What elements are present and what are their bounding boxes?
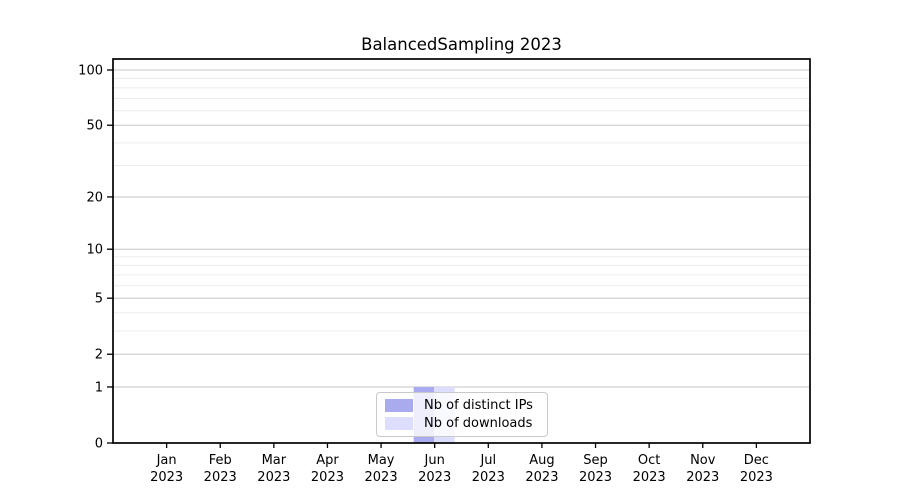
y-tick-label: 50 xyxy=(86,119,103,134)
x-tick-label: Aug 2023 xyxy=(525,453,558,485)
y-tick-label: 2 xyxy=(95,348,103,363)
x-tick-label: Nov 2023 xyxy=(686,453,719,485)
x-tick-label: Jun 2023 xyxy=(418,453,451,485)
legend-swatch-distinct-ips xyxy=(385,399,413,412)
x-tick-label: Oct 2023 xyxy=(633,453,666,485)
x-tick-label: Mar 2023 xyxy=(257,453,290,485)
legend: Nb of distinct IPs Nb of downloads xyxy=(376,392,548,437)
y-tick-label: 10 xyxy=(86,243,103,258)
legend-label-distinct-ips: Nb of distinct IPs xyxy=(424,398,533,413)
chart-figure: BalancedSampling 2023 Jan 2023 Feb 2023 Mar 2… xyxy=(0,0,900,500)
x-tick-label: Jan 2023 xyxy=(150,453,183,485)
y-tick-label: 5 xyxy=(95,292,103,307)
y-tick-label: 1 xyxy=(95,380,103,395)
x-tick-label: Jul 2023 xyxy=(472,453,505,485)
legend-label-downloads: Nb of downloads xyxy=(424,416,533,431)
x-tick-label: Apr 2023 xyxy=(311,453,344,485)
x-tick-label: May 2023 xyxy=(365,453,398,485)
x-tick-label: Feb 2023 xyxy=(204,453,237,485)
y-tick-label: 0 xyxy=(95,437,103,452)
legend-swatch-downloads xyxy=(385,417,413,430)
axis-spines xyxy=(112,58,811,444)
y-tick-label: 100 xyxy=(78,64,103,79)
legend-item-downloads: Nb of downloads xyxy=(385,416,539,431)
x-tick-label: Dec 2023 xyxy=(740,453,773,485)
x-tick-label: Sep 2023 xyxy=(579,453,612,485)
y-tick-label: 20 xyxy=(86,190,103,205)
legend-item-distinct-ips: Nb of distinct IPs xyxy=(385,398,539,413)
